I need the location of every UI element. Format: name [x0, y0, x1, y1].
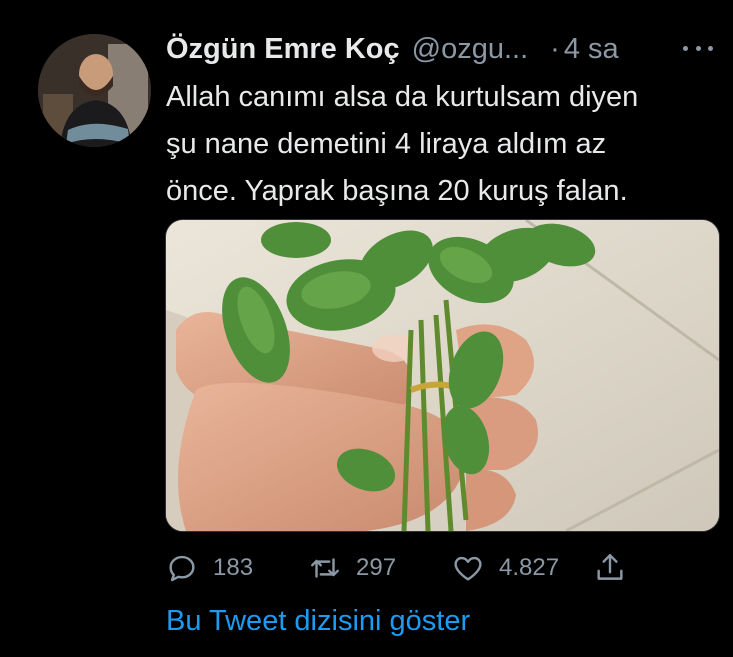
show-thread-link[interactable]: Bu Tweet dizisini göster — [166, 605, 470, 638]
retweet-button[interactable]: 297 — [308, 546, 396, 590]
separator-dot: · — [550, 32, 560, 65]
avatar[interactable] — [38, 34, 151, 147]
tweet-header: Özgün Emre Koç @ozgu... · 4 sa — [166, 28, 713, 70]
avatar-image — [38, 34, 151, 147]
author-handle[interactable]: @ozgu... — [412, 33, 529, 66]
mint-photo-icon — [166, 220, 719, 531]
tweet-timestamp[interactable]: 4 sa — [564, 33, 619, 66]
retweet-icon — [311, 558, 339, 578]
share-icon — [597, 554, 623, 580]
tweet[interactable]: Özgün Emre Koç @ozgu... · 4 sa Allah can… — [0, 0, 733, 657]
reply-button[interactable]: 183 — [165, 546, 253, 590]
tweet-text: Allah canımı alsa da kurtulsam diyen şu … — [166, 81, 639, 207]
heart-icon — [454, 556, 482, 581]
reply-icon — [169, 555, 195, 582]
retweet-count: 297 — [356, 554, 397, 581]
author-display-name[interactable]: Özgün Emre Koç — [166, 33, 400, 66]
more-options-icon[interactable] — [683, 38, 713, 58]
like-count: 4.827 — [499, 554, 560, 581]
tweet-media-photo[interactable] — [165, 219, 720, 532]
reply-count: 183 — [213, 554, 254, 581]
tweet-actions: 183 297 4.827 — [165, 546, 645, 590]
like-button[interactable]: 4.827 — [451, 546, 559, 590]
share-button[interactable] — [593, 546, 627, 590]
